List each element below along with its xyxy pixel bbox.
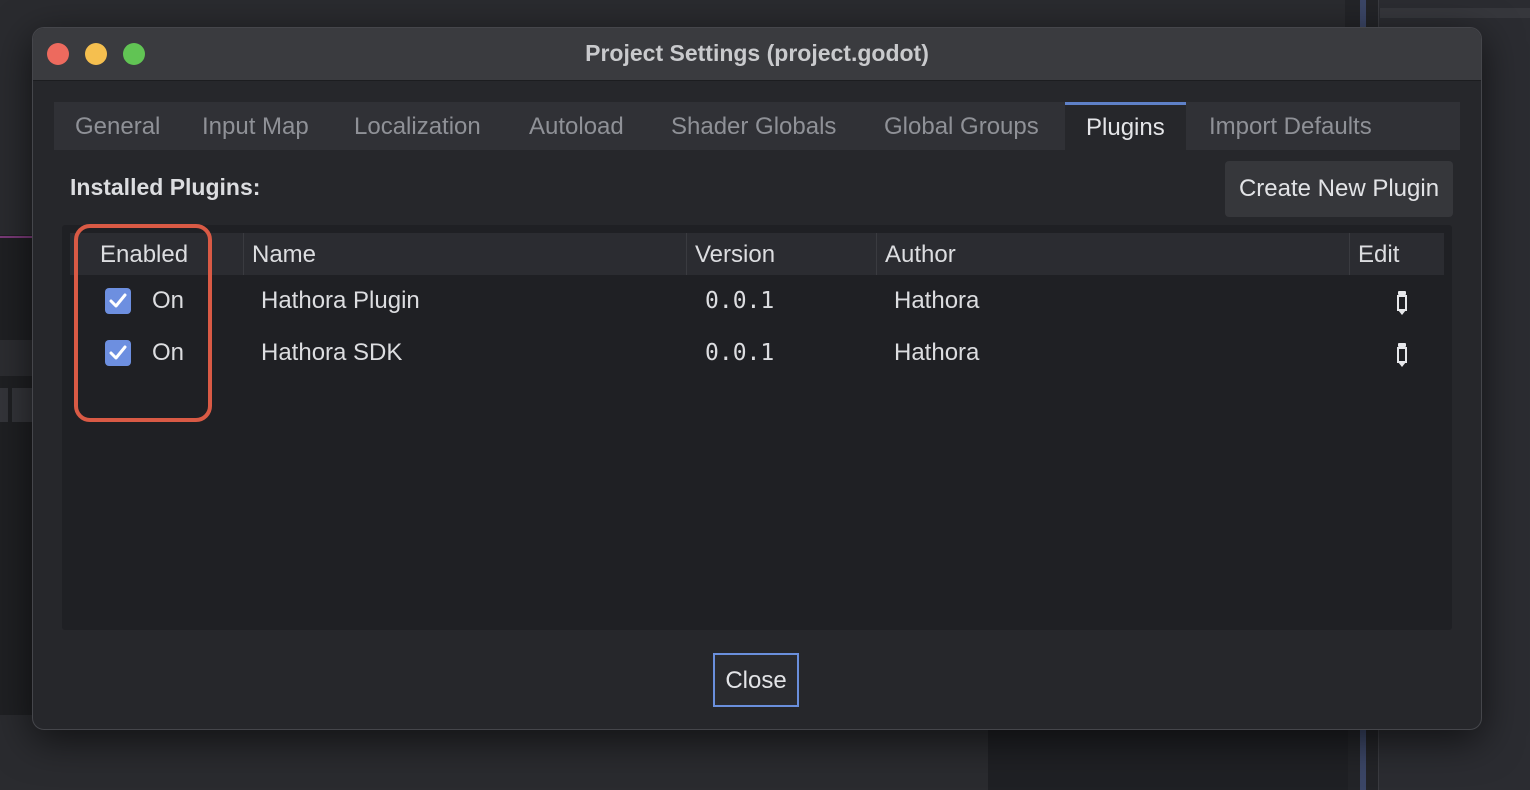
window-title: Project Settings (project.godot) [585,40,929,66]
table-row[interactable]: On Hathora SDK 0.0.1 Hathora [62,329,1452,377]
plugins-panel: Installed Plugins: Create New Plugin Ena… [54,150,1460,637]
tab-general[interactable]: General [75,102,160,150]
column-author[interactable]: Author [876,233,956,275]
background-left-block [12,388,32,422]
tab-localization[interactable]: Localization [354,102,481,150]
enabled-column-highlight [74,224,212,422]
plugins-table: Enabled Name Version Author Edit On Hath… [62,225,1452,630]
column-version[interactable]: Version [686,233,775,275]
tab-plugins[interactable]: Plugins [1065,102,1186,153]
project-settings-dialog: Project Settings (project.godot) General… [32,27,1482,730]
tab-input-map[interactable]: Input Map [202,102,309,150]
plugin-author: Hathora [894,287,980,314]
table-row[interactable]: On Hathora Plugin 0.0.1 Hathora [62,277,1452,325]
background-left-bar [0,340,32,376]
background-toolbar [1380,8,1530,18]
background-left-dock [0,235,32,715]
column-edit[interactable]: Edit [1349,233,1399,275]
plugin-version: 0.0.1 [705,340,775,366]
title-bar[interactable]: Project Settings (project.godot) [33,28,1481,81]
background-left-accent [0,236,32,238]
background-left-block [0,388,8,422]
plugin-name: Hathora SDK [261,339,403,366]
plugin-version: 0.0.1 [705,288,775,314]
create-new-plugin-button[interactable]: Create New Plugin [1225,161,1453,217]
plugin-author: Hathora [894,339,980,366]
column-name[interactable]: Name [243,233,316,275]
settings-tab-bar: General Input Map Localization Autoload … [54,102,1460,153]
background-bottom-panel [988,728,1348,790]
installed-plugins-heading: Installed Plugins: [70,174,261,200]
tab-global-groups[interactable]: Global Groups [884,102,1039,150]
table-header: Enabled Name Version Author Edit [70,233,1444,275]
tab-import-defaults[interactable]: Import Defaults [1209,102,1372,150]
tab-shader-globals[interactable]: Shader Globals [671,102,836,150]
edit-pencil-icon[interactable] [1395,342,1409,368]
tab-autoload[interactable]: Autoload [529,102,624,150]
edit-pencil-icon[interactable] [1395,290,1409,316]
close-button[interactable]: Close [713,653,799,707]
plugin-name: Hathora Plugin [261,287,420,314]
